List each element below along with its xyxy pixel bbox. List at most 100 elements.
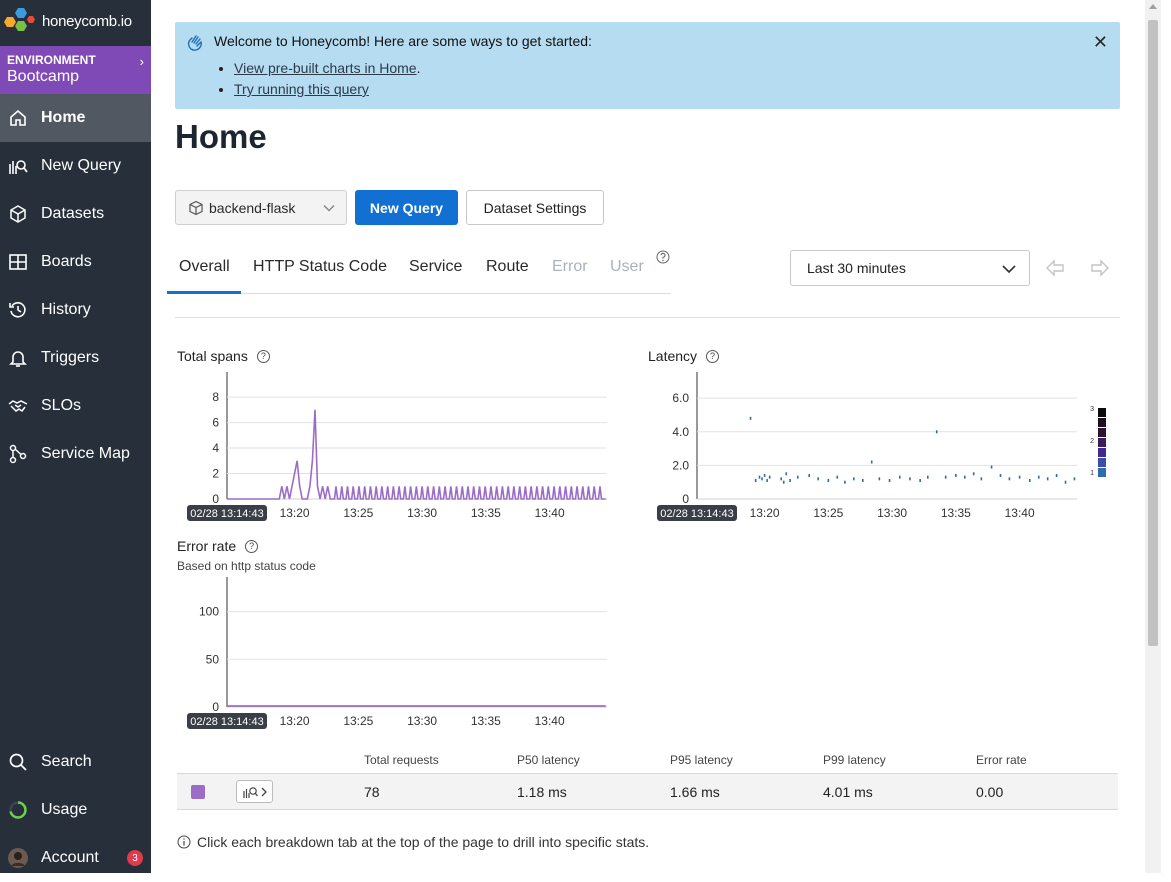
nav-datasets[interactable]: Datasets bbox=[0, 190, 151, 238]
heatmap-cell bbox=[766, 479, 768, 483]
nav-usage[interactable]: Usage bbox=[0, 786, 151, 834]
nav-search-label: Search bbox=[41, 753, 92, 770]
heatmap-cell bbox=[817, 477, 819, 481]
banner-link-item: View pre-built charts in Home. bbox=[234, 60, 421, 76]
nav-account[interactable]: Account 3 bbox=[0, 834, 151, 882]
dataset-select[interactable]: backend-flask bbox=[175, 190, 347, 225]
nav-home-label: Home bbox=[41, 109, 86, 126]
heatmap-cell bbox=[844, 480, 846, 484]
nav-search[interactable]: Search bbox=[0, 738, 151, 786]
nav-new-query[interactable]: New Query bbox=[0, 142, 151, 190]
heatmap-legend-swatch bbox=[1098, 448, 1106, 457]
x-tick-label: 13:20 bbox=[280, 506, 310, 520]
time-range-select[interactable]: Last 30 minutes bbox=[790, 250, 1030, 286]
total-spans-title-text: Total spans bbox=[177, 348, 248, 364]
heatmap-cell bbox=[780, 477, 782, 481]
heatmap-cell bbox=[999, 473, 1002, 477]
x-tick-label: 13:20 bbox=[280, 714, 310, 728]
tab-overall[interactable]: Overall bbox=[179, 258, 230, 276]
close-icon[interactable]: ✕ bbox=[1093, 32, 1108, 53]
tab-user[interactable]: User bbox=[610, 258, 644, 276]
nav-history[interactable]: History bbox=[0, 286, 151, 334]
banner-link-charts[interactable]: View pre-built charts in Home bbox=[234, 60, 417, 76]
nav-datasets-label: Datasets bbox=[41, 205, 105, 222]
y-tick-label: 2 bbox=[212, 467, 219, 481]
dataset-settings-button[interactable]: Dataset Settings bbox=[466, 190, 604, 225]
heatmap-cell bbox=[1037, 475, 1040, 479]
heatmap-cell bbox=[1018, 475, 1021, 479]
tab-route[interactable]: Route bbox=[486, 258, 529, 276]
honeycomb-logo[interactable]: honeycomb.io bbox=[4, 6, 132, 36]
nav-service-map[interactable]: Service Map bbox=[0, 430, 151, 478]
x-tick-label: 13:25 bbox=[343, 506, 373, 520]
banner-links: View pre-built charts in Home. Try runni… bbox=[234, 60, 421, 102]
heatmap-cell bbox=[789, 479, 791, 483]
tab-service[interactable]: Service bbox=[409, 258, 462, 276]
dataset-select-value: backend-flask bbox=[209, 199, 296, 216]
heatmap-legend-swatch bbox=[1098, 468, 1106, 477]
error-rate-subtitle: Based on http status code bbox=[177, 559, 316, 573]
heatmap-cell bbox=[935, 430, 938, 434]
tab-http-status-code[interactable]: HTTP Status Code bbox=[253, 258, 387, 276]
heatmap-cell bbox=[1064, 480, 1067, 484]
heatmap-legend-swatch bbox=[1098, 408, 1106, 417]
divider bbox=[175, 317, 1120, 318]
heatmap-legend-swatch bbox=[1098, 438, 1106, 447]
nav-history-label: History bbox=[41, 301, 91, 318]
total-spans-title: Total spans ? bbox=[177, 348, 270, 364]
nav-slos[interactable]: SLOs bbox=[0, 382, 151, 430]
nav-usage-label: Usage bbox=[41, 801, 88, 818]
nav-triggers[interactable]: Triggers bbox=[0, 334, 151, 382]
page-scrollbar[interactable] bbox=[1145, 0, 1161, 873]
start-time-label: 02/28 13:14:43 bbox=[190, 716, 263, 728]
environment-switcher[interactable]: ENVIRONMENT Bootcamp › bbox=[0, 46, 151, 94]
x-tick-label: 13:30 bbox=[407, 714, 437, 728]
history-icon bbox=[8, 300, 28, 320]
scroll-up-arrow[interactable] bbox=[1149, 4, 1157, 9]
error-rate-chart[interactable]: 0 50 100 13:20 13:25 13:30 13:35 13:40 02/28 13:… bbox=[175, 577, 615, 733]
nav-boards[interactable]: Boards bbox=[0, 238, 151, 286]
heatmap-cell bbox=[761, 477, 763, 481]
arrow-left-icon[interactable] bbox=[1045, 258, 1065, 278]
home-icon bbox=[8, 108, 28, 128]
help-icon[interactable]: ? bbox=[706, 349, 720, 363]
welcome-banner: Welcome to Honeycomb! Here are some ways… bbox=[175, 22, 1120, 109]
heatmap-cell bbox=[944, 475, 947, 479]
run-query-button[interactable] bbox=[236, 780, 273, 803]
stats-header-total-requests: Total requests bbox=[364, 753, 439, 767]
tab-error[interactable]: Error bbox=[552, 258, 588, 276]
stats-header-p50: P50 latency bbox=[517, 753, 580, 767]
y-tick-label: 0 bbox=[212, 492, 219, 506]
brand-name: honeycomb.io bbox=[42, 12, 132, 30]
stats-header-p99: P99 latency bbox=[823, 753, 886, 767]
x-tick-label: 13:20 bbox=[750, 506, 780, 520]
latency-chart[interactable]: 0 2.0 4.0 6.0 13:20 13:25 13:30 13:35 13:40 02/28… bbox=[645, 370, 1115, 525]
heatmap-cell bbox=[972, 472, 975, 476]
banner-link-query[interactable]: Try running this query bbox=[234, 81, 369, 97]
x-tick-label: 13:40 bbox=[1005, 506, 1035, 520]
heatmap-cell bbox=[785, 472, 788, 476]
heatmap-cell bbox=[853, 477, 855, 481]
heatmap-cell bbox=[1055, 473, 1058, 477]
help-icon[interactable]: ? bbox=[245, 539, 259, 553]
arrow-right-icon[interactable] bbox=[1090, 258, 1110, 278]
y-tick-label: 0 bbox=[682, 492, 689, 506]
nav-home[interactable]: Home bbox=[0, 94, 151, 142]
heatmap-cell bbox=[927, 475, 929, 479]
total-spans-chart[interactable]: 0 2 4 6 8 13:20 13:25 13:30 13:35 13:40 02/28 13:1… bbox=[175, 370, 615, 525]
banner-link-item: Try running this query bbox=[234, 81, 421, 97]
heatmap-cell bbox=[878, 477, 881, 481]
nav-triggers-label: Triggers bbox=[41, 349, 100, 366]
y-tick-label: 8 bbox=[212, 390, 219, 404]
scroll-thumb[interactable] bbox=[1148, 20, 1158, 646]
service-map-icon bbox=[8, 444, 28, 464]
help-icon[interactable] bbox=[656, 250, 670, 264]
new-query-button[interactable]: New Query bbox=[355, 190, 458, 225]
y-tick-label: 2.0 bbox=[672, 458, 689, 472]
query-chevron-icon bbox=[242, 786, 267, 798]
heatmap-legend-swatch bbox=[1098, 458, 1106, 467]
x-tick-label: 13:35 bbox=[471, 506, 501, 520]
help-icon[interactable]: ? bbox=[256, 349, 270, 363]
error-rate-value: 0.00 bbox=[976, 784, 1004, 800]
y-tick-label: 6.0 bbox=[672, 391, 689, 405]
